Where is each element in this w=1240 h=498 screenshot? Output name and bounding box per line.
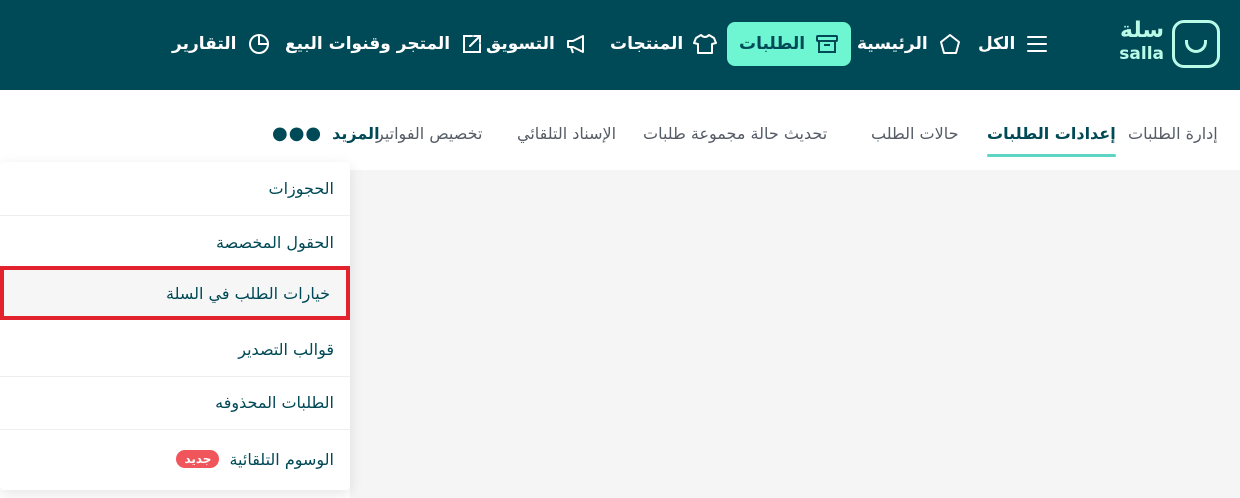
nav-home[interactable]: الرئيسية <box>857 22 962 66</box>
nav-products[interactable]: المنتجات <box>610 22 718 66</box>
nav-orders-label: الطلبات <box>739 34 806 54</box>
tab-invoice-customization[interactable]: تخصيص الفواتير <box>376 118 482 148</box>
menu-item-label: الطلبات المحذوفه <box>215 393 334 412</box>
menu-item-auto-tags[interactable]: الوسوم التلقائية جديد <box>0 432 350 486</box>
brand-name-ar: سلة <box>1120 18 1164 43</box>
menu-item-cart-order-options[interactable]: خيارات الطلب في السلة <box>0 266 350 320</box>
menu-icon <box>1025 32 1049 56</box>
brand-name-en: salla <box>1119 44 1164 64</box>
nav-orders[interactable]: الطلبات <box>727 22 852 66</box>
tshirt-icon <box>693 32 718 56</box>
menu-item-deleted-orders[interactable]: الطلبات المحذوفه <box>0 376 350 430</box>
nav-all-label: الكل <box>978 34 1016 54</box>
menu-item-bookings[interactable]: الحجوزات <box>0 162 350 216</box>
nav-marketing[interactable]: التسويق <box>486 22 589 66</box>
top-navbar: سلة salla الكل الرئيسية الطلبات المنتجات… <box>0 0 1240 90</box>
tab-manage-orders[interactable]: إدارة الطلبات <box>1128 118 1218 148</box>
archive-box-icon <box>815 32 839 56</box>
home-icon <box>938 32 962 56</box>
megaphone-icon <box>565 32 589 56</box>
tab-auto-assign[interactable]: الإسناد التلقائي <box>517 118 616 148</box>
nav-store-channels[interactable]: المتجر وقنوات البيع <box>285 22 484 66</box>
menu-item-label: قوالب التصدير <box>238 340 334 359</box>
nav-home-label: الرئيسية <box>857 34 928 54</box>
tab-more-label: المزيد <box>332 123 380 143</box>
main-content <box>350 170 1240 498</box>
more-dropdown-menu: الحجوزات الحقول المخصصة خيارات الطلب في … <box>0 162 350 490</box>
more-dots-icon: ●●● <box>272 122 323 144</box>
menu-item-export-templates[interactable]: قوالب التصدير <box>0 323 350 377</box>
orders-subtabs: إدارة الطلبات إعدادات الطلبات حالات الطل… <box>0 90 1240 170</box>
nav-products-label: المنتجات <box>610 34 684 54</box>
nav-reports-label: التقارير <box>172 34 237 54</box>
nav-marketing-label: التسويق <box>486 34 555 54</box>
tab-bulk-status-update[interactable]: تحديث حالة مجموعة طلبات <box>643 118 827 148</box>
new-badge: جديد <box>176 450 220 468</box>
salla-logo-icon <box>1172 20 1220 68</box>
nav-all[interactable]: الكل <box>978 22 1049 66</box>
nav-reports[interactable]: التقارير <box>172 22 271 66</box>
menu-item-label: الحقول المخصصة <box>216 233 334 252</box>
tab-order-statuses[interactable]: حالات الطلب <box>871 118 959 148</box>
tab-more[interactable]: المزيد ●●● <box>272 118 380 148</box>
tab-order-settings[interactable]: إعدادات الطلبات <box>987 118 1116 157</box>
menu-item-label: الوسوم التلقائية <box>229 449 334 469</box>
store-channels-icon <box>460 32 484 56</box>
pie-chart-icon <box>247 32 271 56</box>
menu-item-custom-fields[interactable]: الحقول المخصصة <box>0 216 350 270</box>
nav-store-channels-label: المتجر وقنوات البيع <box>285 34 451 54</box>
salla-logo[interactable]: سلة salla <box>1110 18 1220 70</box>
menu-item-label: الحجوزات <box>268 179 334 198</box>
menu-item-label: خيارات الطلب في السلة <box>166 283 330 303</box>
